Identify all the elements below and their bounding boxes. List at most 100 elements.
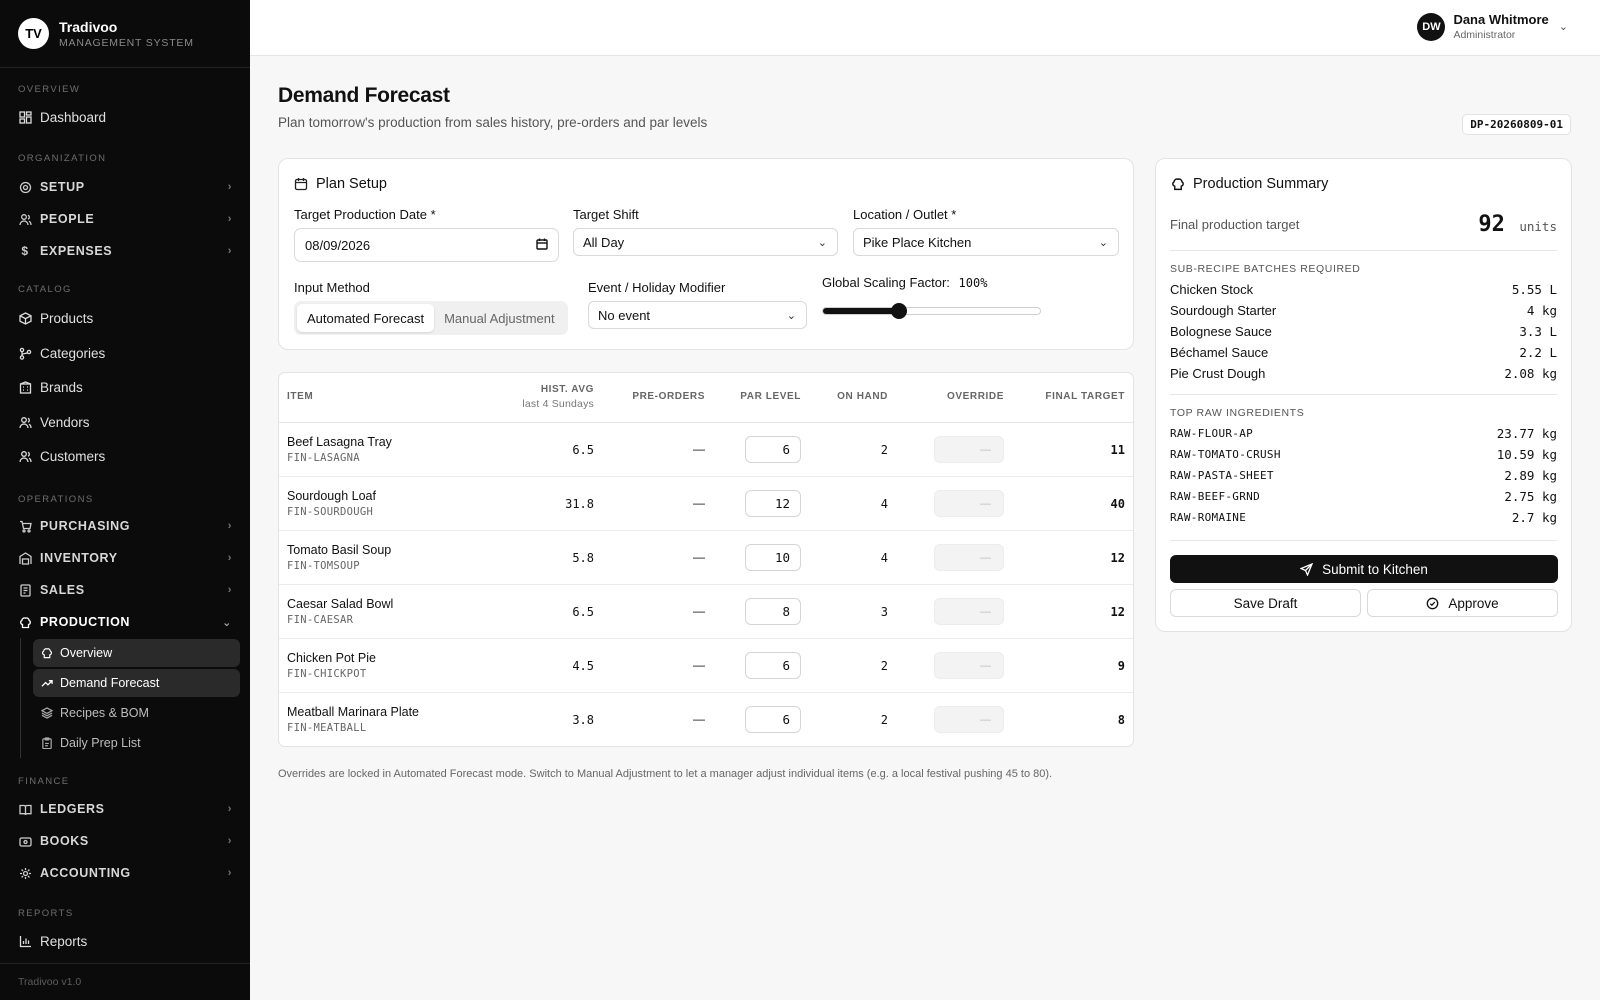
section-label-reports: REPORTS [18, 908, 74, 919]
final-target-cell: 12 [1110, 605, 1125, 619]
col-pre-orders: PRE-ORDERS [632, 391, 705, 402]
final-target-cell: 9 [1117, 659, 1125, 673]
raw-ingredient-qty: 2.75 kg [1504, 488, 1557, 504]
user-role: Administrator [1453, 29, 1516, 41]
submit-to-kitchen-button[interactable]: Submit to Kitchen [1170, 555, 1558, 583]
sidebar-subitem-label: Recipes & BOM [60, 706, 149, 720]
sidebar-subitem-overview[interactable]: Overview [33, 639, 240, 667]
sidebar-item-accounting[interactable]: ACCOUNTING › [18, 861, 236, 885]
location-select[interactable]: Pike Place Kitchen ⌄ [853, 228, 1119, 256]
sidebar-item-dashboard[interactable]: Dashboard [18, 105, 236, 129]
version-label: Tradivoo v1.0 [0, 963, 250, 1000]
sidebar-item-people[interactable]: PEOPLE › [18, 207, 236, 231]
sidebar-item-label: SETUP [40, 180, 85, 194]
sidebar-item-sales[interactable]: SALES › [18, 578, 236, 602]
calendar-icon[interactable] [536, 238, 548, 253]
hist-avg-cell: 4.5 [572, 659, 594, 673]
warehouse-icon [18, 551, 32, 565]
scaling-slider-thumb[interactable] [890, 303, 907, 319]
par-level-input[interactable]: 6 [745, 436, 801, 463]
method-automated-button[interactable]: Automated Forecast [297, 304, 435, 332]
sidebar-item-expenses[interactable]: $ EXPENSES › [18, 239, 236, 263]
sidebar-item-reports[interactable]: Reports [18, 929, 236, 953]
scaling-label: Global Scaling Factor: 100% [822, 275, 987, 290]
divider [1170, 394, 1557, 395]
approve-button[interactable]: Approve [1367, 589, 1558, 617]
table-row: Chicken Pot Pie FIN-CHICKPOT 4.5 — 6 2 —… [279, 639, 1133, 693]
col-final-target: FINAL TARGET [1045, 391, 1125, 402]
pre-orders-cell: — [693, 550, 705, 564]
calendar-icon [294, 177, 308, 191]
item-sku: FIN-SOURDOUGH [287, 506, 374, 518]
par-level-input[interactable]: 6 [745, 652, 801, 679]
pre-orders-cell: — [693, 712, 705, 726]
chevron-down-icon: ⌄ [1558, 21, 1568, 33]
sidebar-item-setup[interactable]: SETUP › [18, 175, 236, 199]
item-sku: FIN-MEATBALL [287, 722, 367, 734]
target-shift-select[interactable]: All Day ⌄ [573, 228, 838, 256]
subrecipe-name: Pie Crust Dough [1170, 365, 1266, 381]
on-hand-cell: 2 [880, 443, 888, 457]
scaling-slider-fill [823, 308, 899, 314]
sidebar-item-label: SALES [40, 583, 85, 597]
on-hand-cell: 3 [880, 605, 888, 619]
col-on-hand: ON HAND [837, 391, 888, 402]
subrecipe-qty: 5.55 L [1511, 281, 1557, 297]
scaling-slider[interactable] [822, 303, 1041, 319]
send-icon [1300, 562, 1314, 576]
sidebar-item-categories[interactable]: Categories [18, 341, 236, 365]
brand[interactable]: TV Tradivoo MANAGEMENT SYSTEM [0, 0, 250, 68]
sidebar-item-books[interactable]: BOOKS › [18, 829, 236, 853]
chevron-down-icon: ⌄ [222, 616, 232, 629]
user-menu[interactable]: DW Dana Whitmore Administrator ⌄ [1417, 12, 1568, 41]
raw-ingredient-qty: 2.7 kg [1511, 509, 1557, 525]
pre-orders-cell: — [693, 658, 705, 672]
item-sku: FIN-CHICKPOT [287, 668, 367, 680]
item-sku: FIN-TOMSOUP [287, 560, 360, 572]
method-manual-button[interactable]: Manual Adjustment [434, 304, 565, 332]
pre-orders-cell: — [693, 496, 705, 510]
event-modifier-select[interactable]: No event ⌄ [588, 301, 807, 329]
subrecipe-row: Chicken Stock 5.55 L [1170, 279, 1557, 299]
par-level-input[interactable]: 8 [745, 598, 801, 625]
on-hand-cell: 4 [880, 497, 888, 511]
raw-ingredients-heading: TOP RAW INGREDIENTS [1170, 407, 1305, 419]
final-target-cell: 11 [1110, 443, 1125, 457]
sidebar-item-inventory[interactable]: INVENTORY › [18, 546, 236, 570]
chevron-down-icon: ⌄ [1098, 236, 1108, 249]
par-level-input[interactable]: 12 [745, 490, 801, 517]
sidebar-item-vendors[interactable]: Vendors [18, 410, 236, 434]
sidebar-item-customers[interactable]: Customers [18, 444, 236, 468]
sidebar-item-production[interactable]: PRODUCTION ⌄ [18, 610, 236, 634]
override-note: Overrides are locked in Automated Foreca… [278, 768, 1053, 780]
subrecipe-row: Pie Crust Dough 2.08 kg [1170, 363, 1557, 383]
brand-subtitle: MANAGEMENT SYSTEM [59, 36, 194, 49]
sidebar-item-brands[interactable]: Brands [18, 375, 236, 399]
raw-ingredient-row: RAW-PASTA-SHEET 2.89 kg [1170, 465, 1557, 485]
override-input: — [934, 706, 1004, 733]
subrecipe-qty: 2.08 kg [1504, 365, 1557, 381]
gear-icon [18, 180, 32, 194]
par-level-input[interactable]: 6 [745, 706, 801, 733]
input-method-toggle: Automated Forecast Manual Adjustment [294, 301, 568, 335]
date-label: Target Production Date * [294, 207, 436, 222]
event-label: Event / Holiday Modifier [588, 280, 726, 295]
item-name: Caesar Salad Bowl [287, 597, 394, 611]
sidebar-item-purchasing[interactable]: PURCHASING › [18, 514, 236, 538]
item-cell: Sourdough Loaf FIN-SOURDOUGH [287, 489, 376, 518]
save-draft-button[interactable]: Save Draft [1170, 589, 1361, 617]
sidebar-subitem-recipes-bom[interactable]: Recipes & BOM [33, 699, 240, 727]
production-date-input[interactable]: 08/09/2026 [294, 228, 559, 262]
sidebar-subitem-daily-prep[interactable]: Daily Prep List [33, 729, 240, 757]
item-sku: FIN-LASAGNA [287, 452, 360, 464]
par-level-input[interactable]: 10 [745, 544, 801, 571]
override-input: — [934, 436, 1004, 463]
sidebar-subitem-demand-forecast[interactable]: Demand Forecast [33, 669, 240, 697]
sidebar-item-ledgers[interactable]: LEDGERS › [18, 797, 236, 821]
table-row: Sourdough Loaf FIN-SOURDOUGH 31.8 — 12 4… [279, 477, 1133, 531]
scaling-label-text: Global Scaling Factor: [822, 275, 950, 290]
plan-setup-title: Plan Setup [294, 176, 387, 192]
target-shift-value: All Day [583, 234, 625, 250]
table-row: Caesar Salad Bowl FIN-CAESAR 6.5 — 8 3 —… [279, 585, 1133, 639]
sidebar-item-products[interactable]: Products [18, 306, 236, 330]
